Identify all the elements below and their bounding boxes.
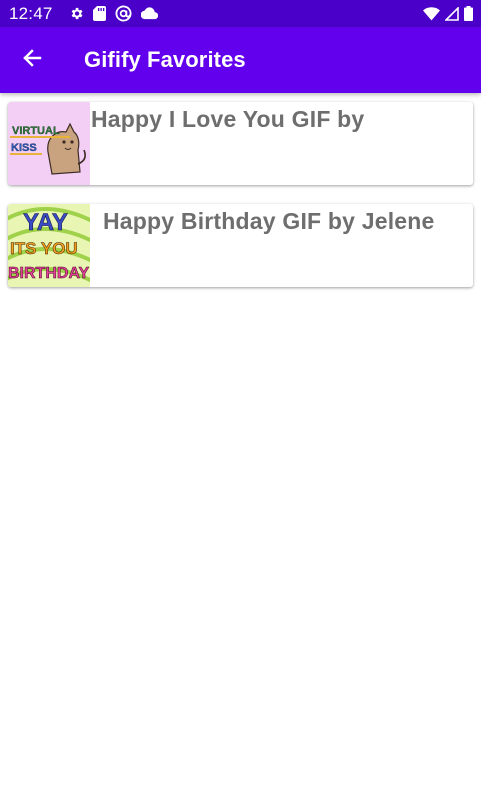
gif-thumbnail: VIRTUAL KISS bbox=[8, 102, 90, 185]
sd-card-icon bbox=[92, 6, 106, 21]
status-icons-right bbox=[423, 6, 473, 21]
wifi-icon bbox=[423, 6, 440, 21]
arrow-left-icon bbox=[22, 48, 42, 73]
svg-text:BIRTHDAY: BIRTHDAY bbox=[8, 265, 90, 282]
gear-icon bbox=[69, 6, 84, 21]
favorite-title: Happy Birthday GIF by Jelene bbox=[103, 208, 435, 234]
svg-text:YAY: YAY bbox=[23, 209, 68, 236]
favorite-card[interactable]: YAY ITS YOU BIRTHDAY Happy Birthday GIF … bbox=[8, 204, 473, 287]
status-time: 12:47 bbox=[9, 3, 53, 23]
status-icons-left bbox=[69, 5, 158, 22]
battery-icon bbox=[464, 6, 473, 21]
back-button[interactable] bbox=[18, 46, 46, 74]
gif-thumbnail: YAY ITS YOU BIRTHDAY bbox=[8, 204, 90, 287]
signal-icon bbox=[445, 6, 459, 21]
page-title: Gifify Favorites bbox=[84, 47, 246, 72]
app-bar: Gifify Favorites bbox=[0, 27, 481, 93]
at-sign-icon bbox=[115, 5, 132, 22]
favorite-card[interactable]: VIRTUAL KISS Happy I Love You GIF by bbox=[8, 102, 473, 185]
svg-text:KISS: KISS bbox=[11, 142, 37, 154]
cloud-icon bbox=[140, 7, 158, 20]
svg-text:ITS YOU: ITS YOU bbox=[10, 239, 78, 258]
svg-text:VIRTUAL: VIRTUAL bbox=[12, 125, 60, 137]
favorite-title: Happy I Love You GIF by bbox=[91, 106, 365, 132]
status-bar: 12:47 bbox=[0, 0, 481, 27]
